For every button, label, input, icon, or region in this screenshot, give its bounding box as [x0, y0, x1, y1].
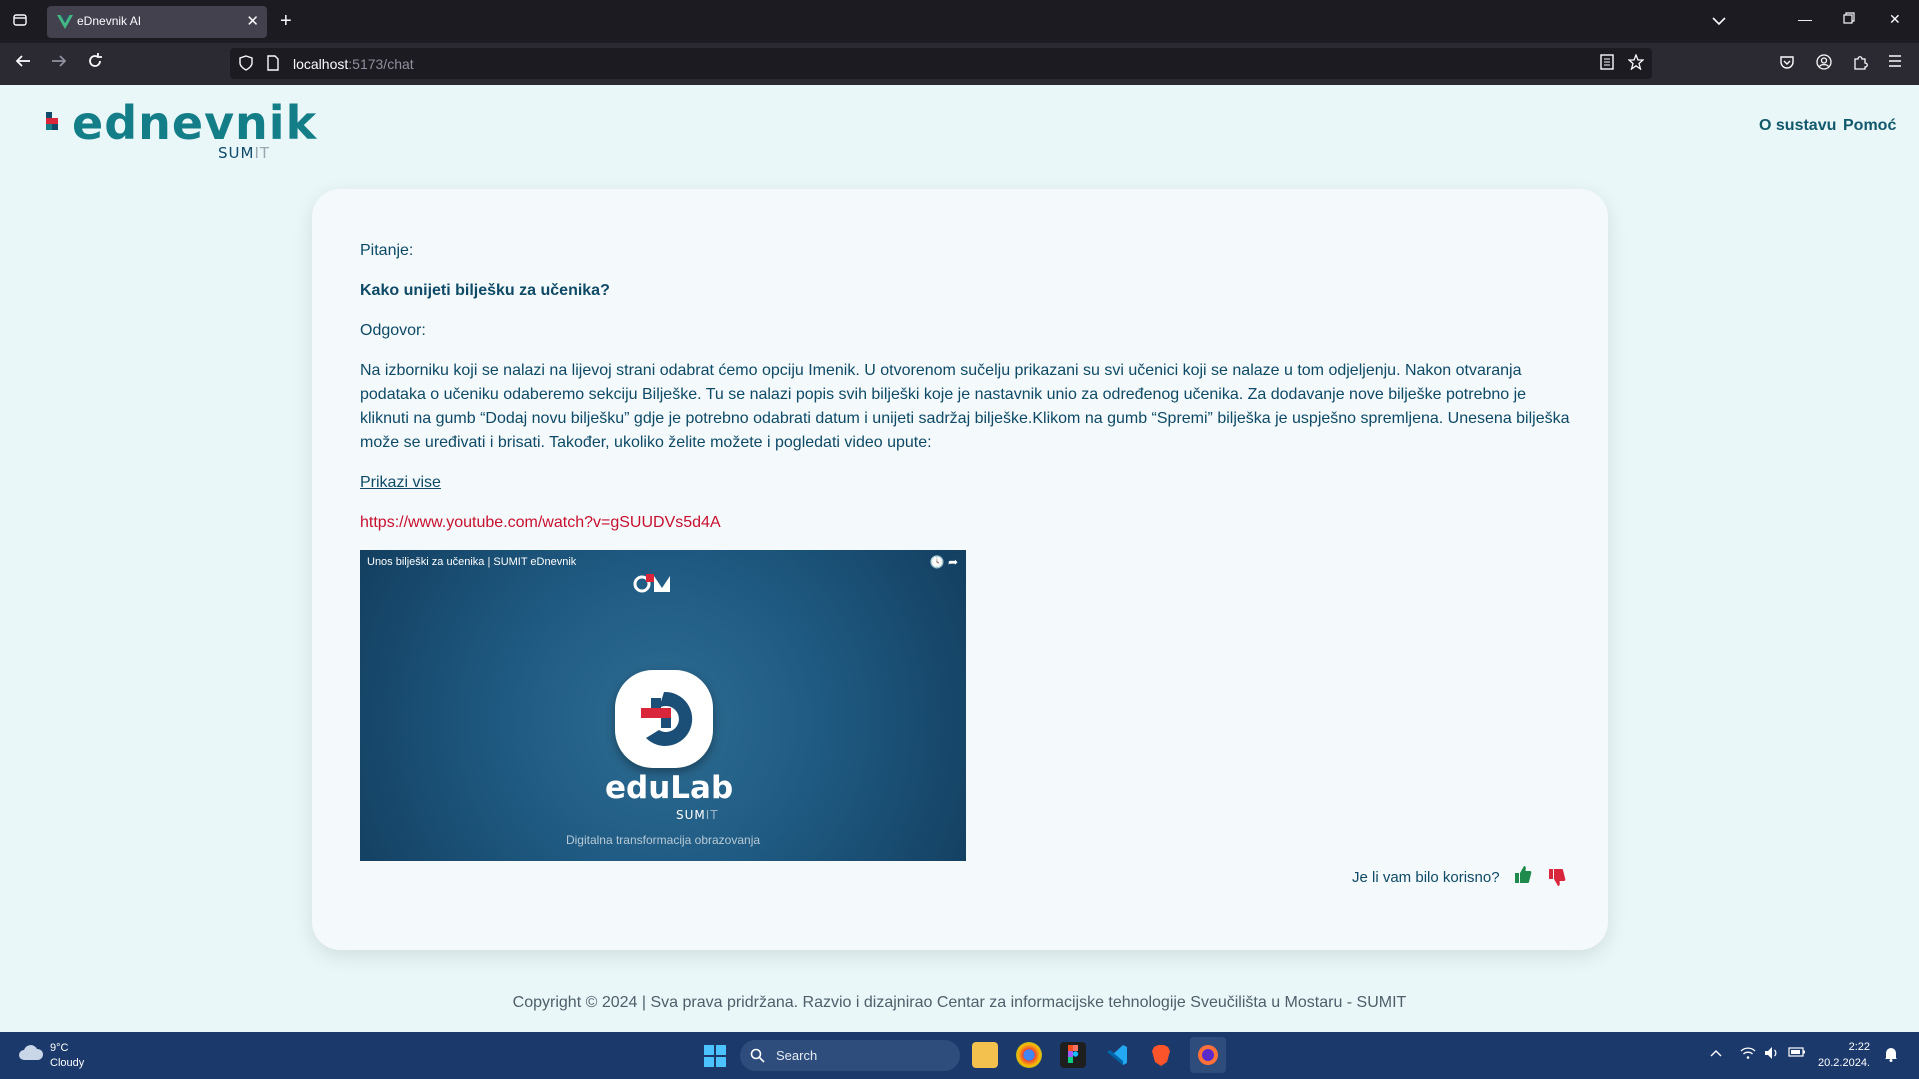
menu-icon[interactable] [1887, 54, 1903, 73]
logo-mark-icon [46, 112, 58, 130]
show-hidden-icons[interactable] [1710, 1046, 1722, 1061]
url-text[interactable]: localhost:5173/chat [293, 56, 414, 72]
edulab-wordmark: eduLab [605, 770, 734, 806]
extensions-icon[interactable] [1852, 54, 1868, 75]
file-explorer-icon[interactable] [972, 1042, 998, 1068]
bookmark-star-icon[interactable] [1627, 53, 1645, 75]
windows-taskbar: 9°C Cloudy Search 2:22 20.2.2024. [0, 1032, 1919, 1079]
thumbs-down-icon[interactable] [1548, 868, 1566, 888]
sum-university-logo [633, 574, 670, 593]
vue-favicon-icon [57, 15, 73, 29]
answer-label: Odgovor: [360, 322, 426, 339]
browser-tab[interactable]: eDnevnik AI ✕ [47, 6, 267, 38]
edulab-badge [615, 670, 713, 768]
logo-wordmark: ednevnik [72, 96, 318, 150]
pocket-icon[interactable] [1779, 54, 1795, 75]
page-footer: Copyright © 2024 | Sva prava pridržana. … [512, 994, 1407, 1011]
battery-icon[interactable] [1788, 1046, 1806, 1061]
feedback-question: Je li vam bilo korisno? [1352, 869, 1500, 886]
shield-icon[interactable] [238, 55, 254, 71]
account-icon[interactable] [1816, 54, 1832, 75]
vscode-icon[interactable] [1104, 1042, 1130, 1068]
question-label: Pitanje: [360, 242, 414, 259]
volume-icon[interactable] [1764, 1046, 1780, 1063]
edulab-tagline: Digitalna transformacija obrazovanja [565, 833, 761, 847]
chrome-icon[interactable] [1016, 1042, 1042, 1068]
search-icon [750, 1048, 765, 1063]
cloud-icon[interactable] [18, 1044, 44, 1062]
tab-title: eDnevnik AI [77, 14, 142, 28]
tab-overview-icon[interactable] [10, 12, 30, 32]
url-bar[interactable]: localhost:5173/chat [230, 48, 1652, 79]
clock-date[interactable]: 20.2.2024. [1815, 1057, 1870, 1069]
figma-icon[interactable] [1060, 1042, 1086, 1068]
share-icon[interactable]: ➦ [948, 555, 958, 569]
question-text: Kako unijeti bilješku za učenika? [360, 282, 610, 299]
weather-temp[interactable]: 9°C [50, 1042, 68, 1054]
video-title[interactable]: Unos bilješki za učenika | SUMIT eDnevni… [367, 556, 576, 568]
feedback-row: Je li vam bilo korisno? [1352, 861, 1566, 891]
close-window-icon[interactable]: ✕ [1889, 11, 1901, 28]
page-icon[interactable] [266, 55, 280, 71]
thumbs-up-icon[interactable] [1514, 864, 1532, 884]
logo-subtitle: SUMIT [218, 144, 271, 162]
forward-icon[interactable] [50, 52, 68, 75]
brave-icon[interactable] [1148, 1042, 1174, 1068]
restore-icon[interactable] [1843, 11, 1855, 27]
tab-close-icon[interactable]: ✕ [246, 12, 259, 30]
browser-tab-bar: eDnevnik AI ✕ + — ✕ [0, 0, 1919, 43]
minimize-icon[interactable]: — [1798, 11, 1812, 27]
chat-content: Pitanje: Kako unijeti bilješku za učenik… [360, 239, 1570, 551]
search-placeholder: Search [776, 1048, 818, 1063]
edulab-subtitle: SUMIT [676, 808, 719, 822]
youtube-link[interactable]: https://www.youtube.com/watch?v=gSUUDVs5… [360, 514, 721, 531]
list-all-tabs-icon[interactable] [1712, 13, 1726, 29]
youtube-video-embed[interactable]: Unos bilješki za učenika | SUMIT eDnevni… [360, 550, 966, 861]
windows-start-icon[interactable] [704, 1045, 726, 1067]
taskbar-search[interactable]: Search [740, 1040, 960, 1071]
back-icon[interactable] [14, 52, 32, 75]
watch-later-icon[interactable]: 🕓 [930, 555, 945, 569]
firefox-icon[interactable] [1190, 1037, 1226, 1073]
edulab-mark-icon [641, 691, 693, 746]
new-tab-icon[interactable]: + [280, 10, 292, 32]
wifi-icon[interactable] [1740, 1046, 1756, 1063]
nav-link-help[interactable]: Pomoć [1843, 117, 1896, 135]
reader-mode-icon[interactable] [1600, 54, 1614, 75]
chat-card: Pitanje: Kako unijeti bilješku za učenik… [312, 189, 1608, 950]
clock-time[interactable]: 2:22 [1820, 1041, 1870, 1053]
ednevnik-logo[interactable]: ednevnik SUMIT [44, 96, 316, 166]
weather-condition[interactable]: Cloudy [50, 1057, 84, 1069]
browser-nav-bar: localhost:5173/chat [0, 43, 1919, 85]
show-more-link[interactable]: Prikazi vise [360, 474, 441, 491]
notification-bell-icon[interactable] [1884, 1046, 1898, 1062]
reload-icon[interactable] [86, 52, 104, 75]
answer-text: Na izborniku koji se nalazi na lijevoj s… [360, 362, 1570, 451]
nav-link-about[interactable]: O sustavu [1759, 117, 1836, 135]
